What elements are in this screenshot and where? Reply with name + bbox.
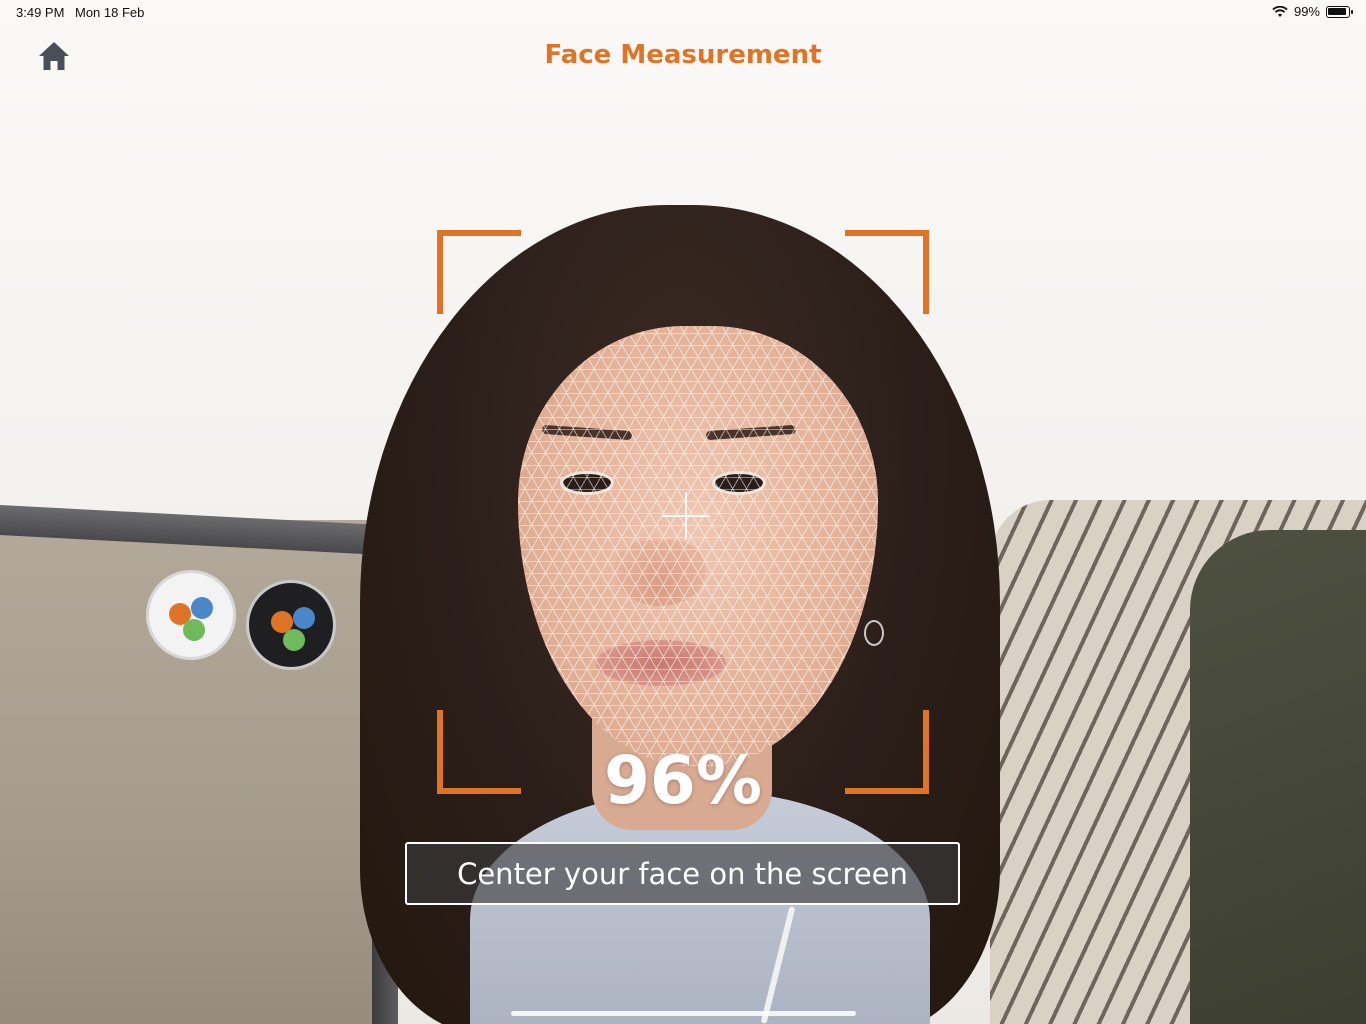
sticker-light	[146, 570, 236, 660]
status-date: Mon 18 Feb	[75, 5, 145, 20]
wifi-icon	[1272, 5, 1288, 17]
frame-corner-top-right	[845, 230, 929, 314]
sticker-dark	[246, 580, 336, 670]
page-title: Face Measurement	[544, 40, 822, 70]
scan-progress-percent: 96%	[604, 742, 762, 819]
home-indicator[interactable]	[511, 1011, 856, 1016]
status-right: 99%	[1272, 4, 1353, 19]
battery-icon	[1326, 5, 1353, 18]
frame-corner-top-left	[437, 230, 521, 314]
instruction-banner: Center your face on the screen	[405, 842, 960, 905]
instruction-text: Center your face on the screen	[457, 856, 908, 891]
battery-percent: 99%	[1293, 4, 1320, 19]
crosshair-icon	[662, 492, 710, 540]
status-bar: 3:49 PM Mon 18 Feb 99%	[0, 0, 1366, 24]
status-time: 3:49 PM	[16, 5, 65, 20]
earring	[864, 620, 884, 646]
